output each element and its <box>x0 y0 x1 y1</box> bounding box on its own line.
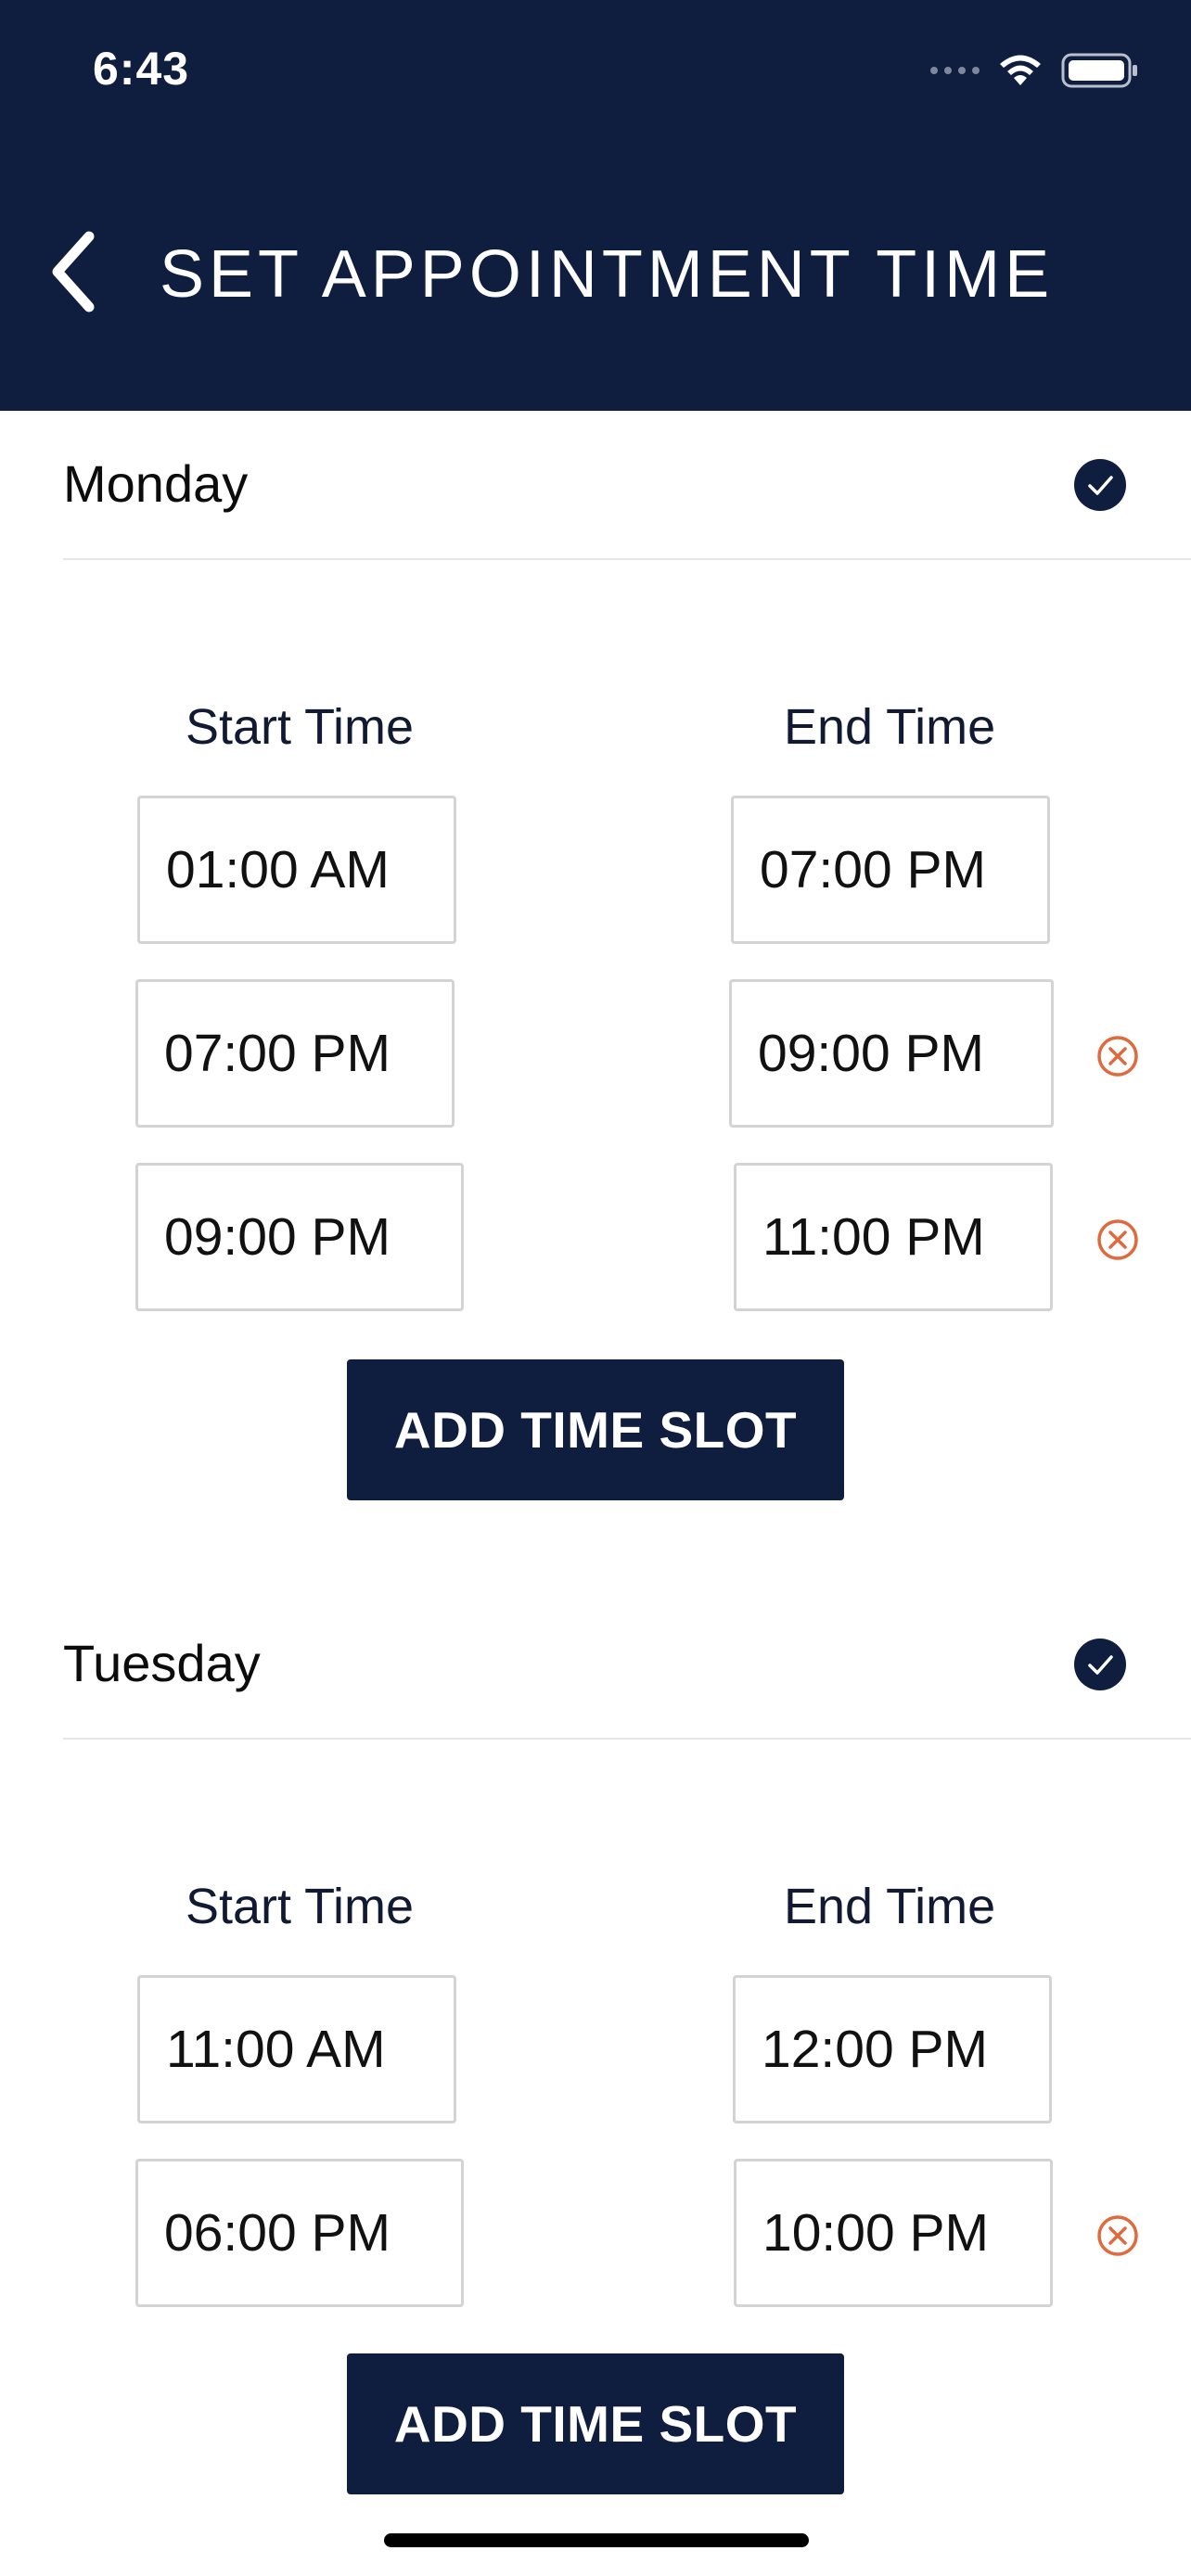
home-indicator <box>384 2533 809 2547</box>
remove-slot-icon[interactable] <box>1095 2213 1140 2258</box>
day-row-tuesday[interactable]: Tuesday <box>63 1590 1191 1740</box>
add-time-slot-button[interactable]: ADD TIME SLOT <box>347 2353 844 2494</box>
remove-slot-icon[interactable] <box>1095 1034 1140 1078</box>
start-time-field[interactable]: 11:00 AM <box>137 1975 456 2123</box>
remove-slot-icon[interactable] <box>1095 1218 1140 1262</box>
end-time-field[interactable]: 10:00 PM <box>734 2159 1053 2307</box>
end-time-field[interactable]: 12:00 PM <box>733 1975 1052 2123</box>
wifi-icon <box>1000 55 1041 85</box>
status-indicators <box>930 52 1139 89</box>
start-time-field[interactable]: 09:00 PM <box>135 1163 464 1311</box>
day-name: Tuesday <box>63 1634 261 1692</box>
start-time-field[interactable]: 07:00 PM <box>135 979 455 1128</box>
checked-circle-icon[interactable] <box>1074 1639 1126 1690</box>
battery-icon <box>1061 53 1137 88</box>
start-time-field[interactable]: 06:00 PM <box>135 2159 464 2307</box>
signal-dots-icon <box>930 67 980 74</box>
page-title: SET APPOINTMENT TIME <box>160 237 1055 312</box>
add-time-slot-button[interactable]: ADD TIME SLOT <box>347 1359 844 1500</box>
end-time-field[interactable]: 07:00 PM <box>731 796 1050 944</box>
end-time-field[interactable]: 09:00 PM <box>729 979 1054 1128</box>
status-time: 6:43 <box>93 43 190 95</box>
end-time-label: End Time <box>784 1879 996 1934</box>
day-name: Monday <box>63 454 249 513</box>
start-time-label: Start Time <box>186 699 415 755</box>
end-time-label: End Time <box>784 699 996 755</box>
day-row-monday[interactable]: Monday <box>63 411 1191 560</box>
checked-circle-icon[interactable] <box>1074 459 1126 511</box>
start-time-label: Start Time <box>186 1879 415 1934</box>
end-time-field[interactable]: 11:00 PM <box>734 1163 1053 1311</box>
start-time-field[interactable]: 01:00 AM <box>137 796 456 944</box>
header-bar: 6:43 SET APPOINTMENT TIME <box>0 0 1191 411</box>
chevron-left-icon[interactable] <box>46 229 102 314</box>
